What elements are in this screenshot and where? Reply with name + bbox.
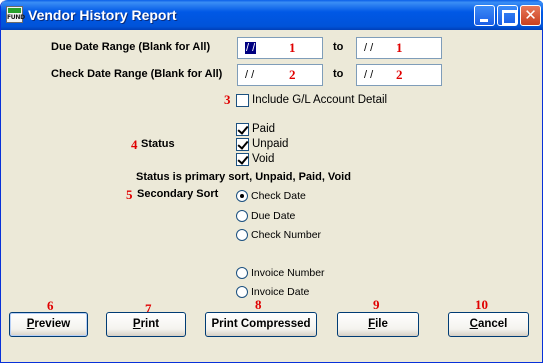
marker-9: 9	[373, 297, 380, 312]
check-to-label: to	[333, 68, 344, 80]
check-date-from-field[interactable]: / /	[237, 64, 323, 86]
marker-8: 8	[255, 297, 262, 312]
app-icon-bar	[8, 8, 21, 13]
due-date-to-value: / /	[364, 42, 374, 54]
print-button-accel: P	[132, 318, 141, 330]
marker-4: 4	[131, 137, 138, 152]
preview-button-label: review	[34, 318, 71, 330]
due-date-from-value: / /	[245, 42, 257, 54]
status-void-label: Void	[252, 153, 275, 165]
print-compressed-button[interactable]: Print Compressed	[205, 312, 317, 337]
check-date-to-value: / /	[364, 69, 374, 81]
sort-check-date-radio[interactable]	[236, 190, 248, 202]
marker-10: 10	[475, 297, 488, 312]
sort-invoice-number-radio[interactable]	[236, 267, 248, 279]
marker-5: 5	[126, 187, 133, 202]
marker-1a: 1	[289, 40, 296, 55]
close-button[interactable]: ✕	[520, 5, 541, 26]
sort-check-number-label: Check Number	[251, 229, 322, 241]
due-date-range-label: Due Date Range (Blank for All)	[51, 41, 211, 53]
secondary-sort-label: Secondary Sort	[137, 188, 219, 200]
status-paid-label: Paid	[252, 123, 276, 135]
sort-check-date-label: Check Date	[251, 190, 306, 202]
marker-1b: 1	[396, 40, 403, 55]
status-paid-checkbox[interactable]	[236, 123, 249, 136]
file-button[interactable]: File	[337, 312, 419, 337]
sort-invoice-date-radio[interactable]	[236, 286, 248, 298]
minimize-button[interactable]	[474, 5, 495, 26]
print-button-label: rint	[140, 318, 160, 330]
include-gl-detail-checkbox[interactable]	[236, 94, 249, 107]
app-icon-text: FUND	[7, 14, 25, 21]
sort-invoice-number-label: Invoice Number	[251, 267, 325, 279]
marker-2a: 2	[289, 67, 296, 82]
vendor-history-report-window: FUND Vendor History Report ✕ Due Date Ra…	[0, 0, 543, 363]
status-label: Status	[141, 138, 175, 150]
sort-due-date-radio[interactable]	[236, 210, 248, 222]
title-bar[interactable]: FUND Vendor History Report ✕	[1, 0, 543, 30]
check-date-range-label: Check Date Range (Blank for All)	[51, 68, 223, 80]
status-unpaid-checkbox[interactable]	[236, 138, 249, 151]
file-button-label: ile	[375, 318, 388, 330]
sort-check-number-radio[interactable]	[236, 229, 248, 241]
sort-due-date-label: Due Date	[251, 210, 296, 222]
due-date-from-field[interactable]: / /	[237, 37, 323, 59]
cancel-button-label: ancel	[477, 318, 508, 330]
preview-button[interactable]: Preview	[9, 312, 88, 337]
window-title: Vendor History Report	[28, 7, 177, 23]
close-icon: ✕	[524, 6, 537, 24]
include-gl-detail-label: Include G/L Account Detail	[252, 94, 388, 106]
check-date-from-value: / /	[245, 69, 255, 81]
status-void-checkbox[interactable]	[236, 153, 249, 166]
status-sort-note: Status is primary sort, Unpaid, Paid, Vo…	[136, 171, 351, 183]
maximize-button[interactable]	[497, 5, 518, 26]
due-to-label: to	[333, 41, 344, 53]
cancel-button-accel: C	[469, 318, 478, 330]
app-icon[interactable]: FUND	[6, 6, 25, 23]
marker-2b: 2	[396, 67, 403, 82]
cancel-button[interactable]: Cancel	[448, 312, 529, 337]
status-unpaid-label: Unpaid	[252, 138, 289, 150]
marker-3: 3	[224, 92, 231, 107]
print-button[interactable]: Print	[106, 312, 186, 337]
